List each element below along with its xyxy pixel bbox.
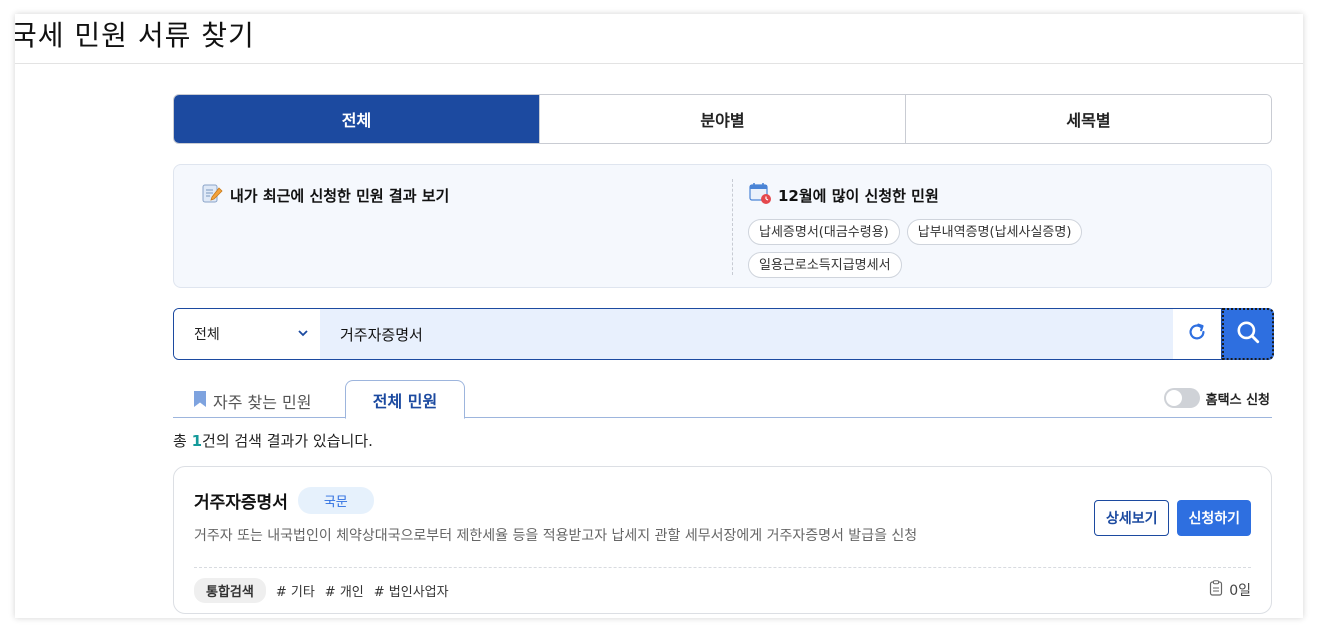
tab-favorites[interactable]: 자주 찾는 민원 — [193, 389, 312, 413]
processing-days-value: 0일 — [1229, 583, 1251, 599]
reset-button[interactable] — [1173, 309, 1221, 359]
popular-chip[interactable]: 납부내역증명(납세사실증명) — [906, 219, 1083, 245]
result-tabs: 자주 찾는 민원 전체 민원 홈택스 신청 — [173, 380, 1272, 419]
memo-pencil-icon — [200, 181, 224, 209]
popular-chip[interactable]: 납세증명서(대금수령용) — [748, 219, 900, 245]
category-select[interactable]: 전체 — [174, 309, 320, 359]
popular-chip[interactable]: 일용근로소득지급명세서 — [748, 252, 902, 278]
category-select-value: 전체 — [194, 327, 220, 343]
recent-panel: 내가 최근에 신청한 민원 결과 보기 12월에 많이 신청한 민원 납세증명서… — [173, 164, 1272, 288]
tag-integrated-search: 통합검색 — [194, 578, 266, 603]
chevron-down-icon — [298, 326, 308, 342]
card-divider — [194, 567, 1251, 568]
result-tags: 통합검색 # 기타 # 개인 # 법인사업자 — [194, 578, 449, 603]
result-card: 거주자증명서 국문 거주자 또는 내국법인이 체약상대국으로부터 제한세율 등을… — [173, 466, 1272, 614]
hometax-toggle-label: 홈택스 신청 — [1205, 392, 1270, 408]
tab-all-services[interactable]: 전체 민원 — [345, 380, 465, 419]
popular-chips: 납세증명서(대금수령용) 납부내역증명(납세사실증명) 일용근로소득지급명세서 — [748, 219, 1128, 278]
my-recent-label: 내가 최근에 신청한 민원 결과 보기 — [230, 186, 450, 205]
calendar-icon — [748, 181, 772, 209]
hometax-toggle-group: 홈택스 신청 — [1163, 388, 1270, 408]
tag[interactable]: # 법인사업자 — [374, 581, 449, 600]
language-badge: 국문 — [297, 487, 374, 514]
result-count: 총 1건의 검색 결과가 있습니다. — [173, 430, 1273, 452]
apply-button[interactable]: 신청하기 — [1177, 500, 1251, 536]
popular-label: 12월에 많이 신청한 민원 — [778, 186, 939, 205]
refresh-icon — [1186, 321, 1208, 347]
my-recent-link[interactable]: 내가 최근에 신청한 민원 결과 보기 — [200, 181, 449, 209]
tab-by-tax-item[interactable]: 세목별 — [905, 95, 1271, 143]
detail-button[interactable]: 상세보기 — [1093, 500, 1170, 536]
tag[interactable]: # 기타 — [276, 581, 315, 600]
category-tabs: 전체 분야별 세목별 — [173, 94, 1272, 144]
search-button[interactable] — [1222, 308, 1274, 360]
processing-days: 0일 — [1209, 580, 1251, 600]
title-divider — [15, 63, 1303, 64]
result-title[interactable]: 거주자증명서 — [194, 488, 288, 513]
result-count-prefix: 총 — [173, 432, 192, 450]
search-input[interactable] — [320, 309, 1173, 359]
popular-section: 12월에 많이 신청한 민원 납세증명서(대금수령용) 납부내역증명(납세사실증… — [748, 181, 1128, 278]
panel-divider — [732, 179, 733, 275]
tab-all[interactable]: 전체 — [174, 95, 539, 143]
page-title: 국세 민원 서류 찾기 — [15, 19, 255, 52]
hometax-toggle[interactable] — [1163, 388, 1200, 408]
result-description: 거주자 또는 내국법인이 체약상대국으로부터 제한세율 등을 적용받고자 납세지… — [194, 528, 918, 544]
search-icon — [1235, 319, 1261, 349]
search-box: 전체 — [173, 308, 1222, 360]
tab-by-field[interactable]: 분야별 — [539, 95, 905, 143]
result-count-suffix: 건의 검색 결과가 있습니다. — [202, 432, 373, 450]
main-frame: 국세 민원 서류 찾기 전체 분야별 세목별 내가 최근에 신청한 민원 결과 … — [15, 14, 1303, 618]
tab-favorites-label: 자주 찾는 민원 — [213, 393, 312, 412]
bookmark-icon — [193, 390, 207, 412]
search-bar: 전체 — [173, 308, 1274, 360]
tag[interactable]: # 개인 — [325, 581, 364, 600]
content: 전체 분야별 세목별 내가 최근에 신청한 민원 결과 보기 12월에 많이 신… — [173, 94, 1274, 614]
result-count-number: 1 — [191, 432, 203, 450]
document-icon — [1209, 580, 1223, 600]
